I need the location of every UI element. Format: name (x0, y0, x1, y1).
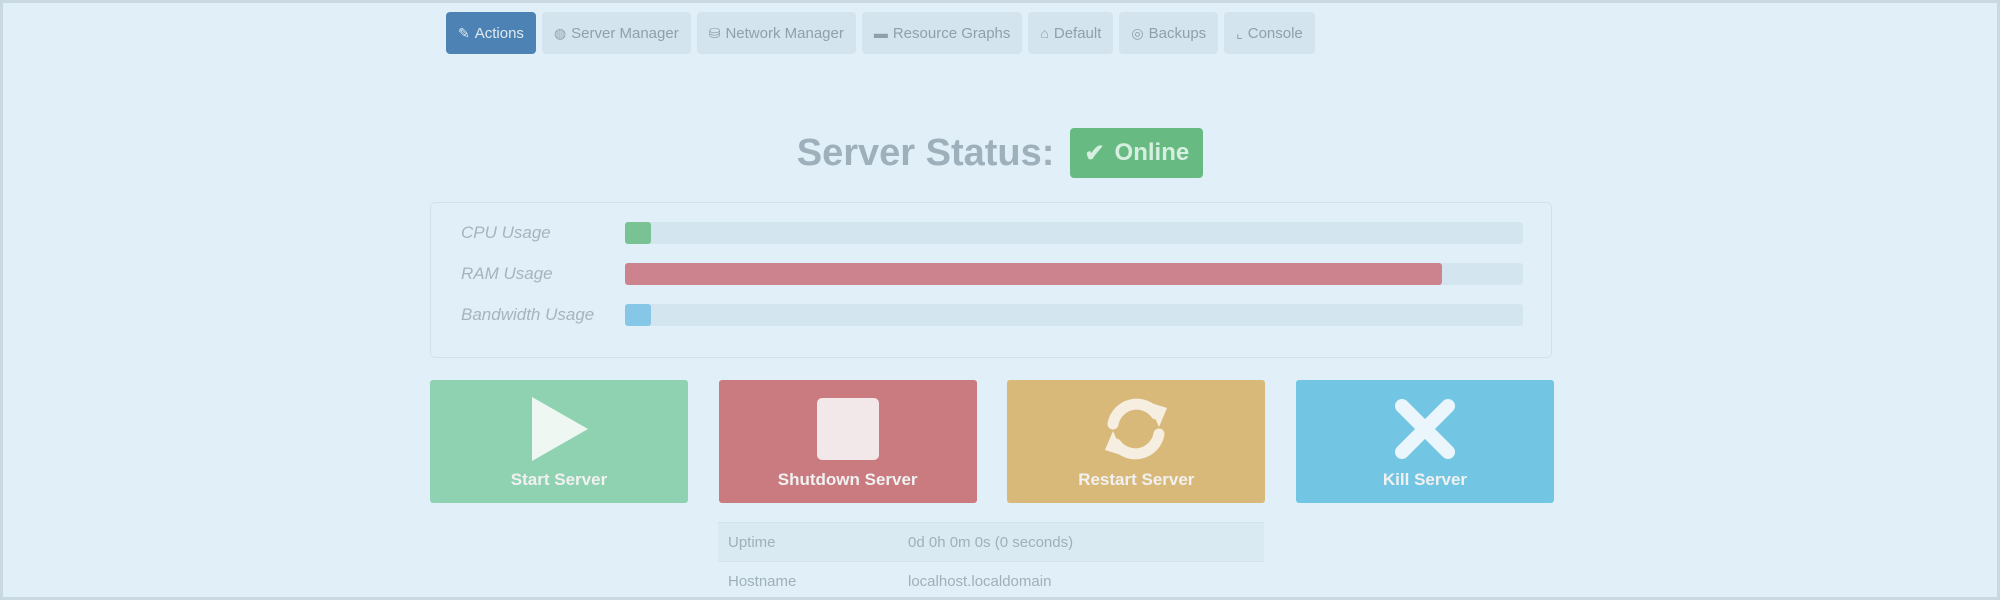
globe-icon: ◍ (553, 24, 567, 41)
action-label: Restart Server (1078, 470, 1195, 489)
tab-bar: ✎ Actions ◍ Server Manager ⛁ Network Man… (446, 12, 1315, 54)
info-key: Hostname (718, 561, 898, 600)
kill-server-button[interactable]: Kill Server (1295, 380, 1554, 503)
action-label: Shutdown Server (777, 470, 918, 489)
tab-label: Network Manager (725, 24, 844, 42)
backup-icon: ◎ (1131, 24, 1144, 41)
tab-actions[interactable]: ✎ Actions (446, 12, 536, 54)
usage-label: Bandwidth Usage (461, 305, 595, 324)
stop-icon (816, 398, 879, 460)
shutdown-server-button[interactable]: Shutdown Server (718, 380, 977, 503)
tab-label: Server Manager (571, 24, 679, 42)
tab-label: Default (1053, 24, 1102, 42)
usage-label: CPU Usage (461, 223, 551, 242)
cpu-usage-bar (624, 222, 652, 244)
status-badge-text: Online (1114, 139, 1190, 166)
usage-label: RAM Usage (461, 264, 553, 283)
server-info-table: Uptime 0d 0h 0m 0s (0 seconds) Hostname … (718, 522, 1264, 600)
tab-console[interactable]: ⌞ Console (1224, 12, 1315, 54)
status-badge: ✔ Online (1070, 128, 1204, 178)
bandwidth-usage-bar (624, 304, 652, 326)
usage-panel: CPU Usage RAM Usage Bandwidth Usage (430, 202, 1552, 358)
play-icon (532, 397, 588, 461)
restart-server-button[interactable]: Restart Server (1007, 380, 1266, 503)
usage-track (624, 304, 1523, 326)
usage-track (624, 222, 1523, 244)
checkmark-icon: ✔ (1084, 139, 1105, 167)
tab-resource-graphs[interactable]: ▬ Resource Graphs (861, 12, 1023, 54)
action-buttons: Start Server Shutdown Server Restart Ser… (430, 380, 1554, 503)
start-server-button[interactable]: Start Server (430, 380, 688, 503)
home-icon: ⌂ (1040, 25, 1049, 41)
folder-icon: ▬ (873, 25, 888, 41)
app-window: ✎ Actions ◍ Server Manager ⛁ Network Man… (0, 0, 2000, 600)
info-value: localhost.localdomain (898, 561, 1264, 600)
network-icon: ⛁ (708, 24, 721, 41)
cpu-usage-row: CPU Usage (461, 220, 1523, 246)
tab-label: Resource Graphs (892, 24, 1011, 42)
tab-backups[interactable]: ◎ Backups (1119, 12, 1219, 54)
console-icon: ⌞ (1236, 24, 1243, 41)
tab-label: Backups (1148, 24, 1207, 42)
close-icon (1394, 399, 1455, 459)
bandwidth-usage-row: Bandwidth Usage (461, 302, 1523, 328)
tab-server-manager[interactable]: ◍ Server Manager (541, 12, 691, 54)
table-row: Hostname localhost.localdomain (718, 561, 1264, 600)
tab-default[interactable]: ⌂ Default (1028, 12, 1114, 54)
tab-label: Console (1247, 24, 1303, 42)
ram-usage-bar (624, 263, 1443, 285)
tab-label: Actions (474, 24, 524, 42)
action-label: Kill Server (1382, 470, 1468, 489)
status-label: Server Status: (796, 131, 1055, 174)
usage-track (624, 263, 1523, 285)
table-row: Uptime 0d 0h 0m 0s (0 seconds) (718, 522, 1264, 562)
info-key: Uptime (718, 522, 898, 562)
pencil-icon: ✎ (458, 24, 470, 41)
ram-usage-row: RAM Usage (461, 261, 1523, 287)
action-label: Start Server (510, 470, 608, 489)
tab-network-manager[interactable]: ⛁ Network Manager (696, 12, 856, 54)
server-status: Server Status: ✔ Online (0, 128, 2000, 178)
refresh-icon (1105, 398, 1168, 460)
info-value: 0d 0h 0m 0s (0 seconds) (898, 522, 1264, 562)
